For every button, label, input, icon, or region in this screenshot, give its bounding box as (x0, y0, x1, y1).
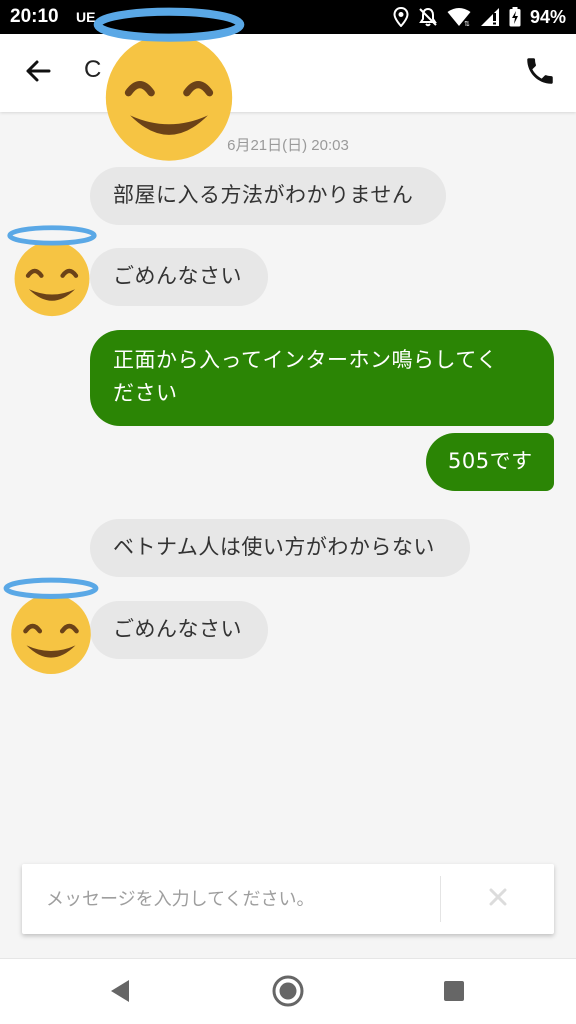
date-label: 6月21日(日) 20:03 (227, 137, 349, 154)
location-icon (393, 7, 409, 27)
svg-text:⇅: ⇅ (464, 21, 470, 27)
phone-icon (523, 54, 557, 92)
battery-icon (509, 7, 521, 27)
message-input[interactable] (22, 864, 440, 934)
smiling-face-with-halo-icon (0, 574, 102, 676)
app-header: C (0, 34, 576, 112)
wifi-icon: ⇅ (447, 7, 471, 27)
message-text-line: 正面から入ってインターホン鳴らしてく (113, 348, 498, 372)
message-bubble-incoming: 部屋に入る方法がわかりません (90, 167, 446, 225)
message-bubble-outgoing: 505です (426, 433, 554, 491)
status-icons: ⇅ 94% (393, 6, 566, 28)
smiling-face-with-halo-icon (4, 222, 100, 318)
nav-recents-button[interactable] (434, 973, 474, 1013)
message-composer (22, 864, 554, 934)
nav-back-icon (109, 979, 131, 1007)
message-bubble-incoming: ベトナム人は使い方がわからない (90, 519, 470, 577)
status-bar: 20:10 UE ⇅ 94% (0, 0, 576, 34)
message-bubble-outgoing: 正面から入ってインターホン鳴らしてく ださい (90, 330, 554, 426)
back-button[interactable] (18, 53, 58, 93)
close-icon (489, 888, 507, 910)
nav-recents-icon (443, 980, 465, 1006)
message-text: 505です (448, 449, 533, 473)
message-bubble-incoming: ごめんなさい (90, 248, 268, 306)
nav-home-icon (271, 974, 305, 1012)
message-text: ごめんなさい (113, 264, 242, 288)
nav-home-button[interactable] (268, 973, 308, 1013)
signal-icon (480, 7, 500, 27)
nav-back-button[interactable] (100, 973, 140, 1013)
notifications-off-icon (418, 7, 438, 27)
message-text: ベトナム人は使い方がわからない (113, 535, 435, 559)
message-bubble-incoming: ごめんなさい (90, 601, 268, 659)
navigation-bar (0, 958, 576, 1024)
battery-percentage: 94% (529, 6, 566, 27)
status-time: 20:10 (10, 6, 59, 27)
message-text: 部屋に入る方法がわかりません (113, 183, 414, 207)
conversation-title: C (84, 56, 102, 83)
message-text-line: ださい (113, 381, 178, 405)
arrow-left-icon (25, 59, 51, 87)
status-carrier: UE (76, 9, 96, 25)
send-button[interactable] (441, 864, 554, 934)
message-text: ごめんなさい (113, 617, 242, 641)
call-button[interactable] (518, 51, 562, 95)
